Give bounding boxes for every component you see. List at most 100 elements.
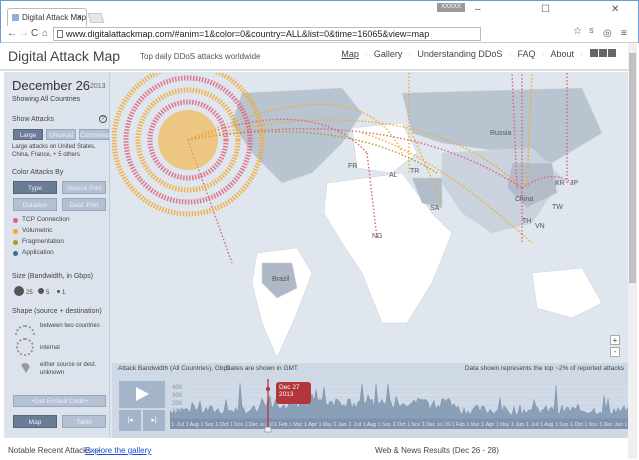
month-tick-label: 1 May	[496, 422, 509, 428]
current-year: 2013	[90, 83, 106, 90]
maximize-icon[interactable]: ☐	[541, 4, 550, 15]
close-window-icon[interactable]: ✕	[611, 4, 619, 15]
bandwidth-timeline[interactable]: 4003002001001 Jul1 Aug1 Sep1 Oct1 Nov1 D…	[170, 379, 628, 437]
title-bar: Digital Attack Map × XXXXX – ☐ ✕	[1, 1, 638, 26]
month-tick-label: 1 Oct	[215, 422, 228, 428]
month-tick-label: 1 Aug	[186, 422, 199, 428]
size-small-dot	[57, 290, 60, 293]
size-large-dot	[14, 286, 24, 296]
circle-shape-icon	[16, 338, 34, 356]
country-label-fr: FR	[348, 163, 357, 170]
showing-label: Showing All Countries	[12, 96, 81, 103]
bandwidth-area	[170, 382, 628, 420]
scrollbar-thumb[interactable]	[629, 53, 636, 283]
y-tick-label: 400	[172, 385, 183, 391]
nav-about[interactable]: About	[550, 49, 574, 59]
site-logo[interactable]: Digital Attack Map	[8, 48, 120, 64]
zoom-out-button[interactable]: -	[610, 347, 620, 357]
legend-label: Volumetric	[22, 227, 53, 234]
embed-code-button[interactable]: +Get Embed Code+	[13, 395, 106, 407]
month-tick-label: 1 Mar	[289, 422, 302, 428]
help-icon[interactable]: ?	[99, 115, 107, 123]
marker-dot	[266, 387, 270, 391]
back-icon[interactable]: ←	[7, 28, 17, 39]
nav-faq[interactable]: FAQ	[517, 49, 535, 59]
country-label-sa: SA	[430, 205, 440, 212]
month-tick-label: 1 Dec	[422, 422, 435, 428]
step-back-button[interactable]: |◂	[119, 410, 141, 431]
close-tab-icon[interactable]: ×	[77, 12, 82, 22]
home-icon[interactable]: ⌂	[42, 28, 48, 39]
month-tick-label: 1 Feb	[452, 422, 465, 428]
nav-map[interactable]: Map	[341, 49, 359, 59]
color-duration-button[interactable]: Duration	[13, 198, 57, 211]
world-map-svg[interactable]: Russia Brazil China KR JP TW TH VN SA NG AL FR TR	[112, 73, 628, 363]
country-label-vn: VN	[535, 223, 545, 230]
google-plus-icon[interactable]	[590, 49, 598, 57]
table-view-button[interactable]: Table	[62, 415, 106, 428]
color-dest-port-button[interactable]: Dest. Port	[62, 198, 106, 211]
profile-icon[interactable]: ◎	[603, 28, 612, 39]
legend-dot	[13, 251, 18, 256]
play-button[interactable]	[119, 381, 165, 408]
shape-internal-label: internal	[40, 345, 60, 351]
month-tick-label: 1 Jun	[334, 422, 347, 428]
zoom-in-button[interactable]: +	[610, 335, 620, 345]
page-icon	[57, 30, 63, 38]
star-icon[interactable]: ☆	[573, 26, 582, 37]
y-tick-label: 300	[172, 393, 183, 399]
minimize-icon[interactable]: –	[475, 4, 481, 15]
country-label-al: AL	[389, 172, 398, 179]
size-medium-label: 5	[46, 290, 50, 296]
browser-window: Digital Attack Map × XXXXX – ☐ ✕ ← → C ⌂ …	[0, 0, 639, 43]
color-by-label: Color Attacks By	[12, 169, 64, 176]
new-tab-button[interactable]	[87, 13, 105, 23]
gallery-link[interactable]: Explore the gallery	[85, 446, 151, 455]
nav-gallery[interactable]: Gallery	[374, 49, 403, 59]
size-large-label: 25	[26, 290, 33, 296]
legend-dot	[13, 229, 18, 234]
month-tick-label: 1 Nov	[585, 422, 598, 428]
legend-label: TCP Connection	[22, 216, 70, 223]
month-tick-label: 1 Oct	[393, 422, 406, 428]
facebook-icon[interactable]	[608, 49, 616, 57]
month-tick-label: 1 Jul	[348, 422, 361, 428]
web-news-heading: Web & News Results (Dec 26 - 28)	[375, 446, 499, 455]
burst-core	[158, 110, 218, 170]
twitter-icon[interactable]	[599, 49, 607, 57]
map-view-button[interactable]: Map	[13, 415, 57, 428]
show-attacks-label: Show Attacks	[12, 116, 55, 123]
color-type-button[interactable]: Type	[13, 181, 57, 194]
attack-map[interactable]: Russia Brazil China KR JP TW TH VN SA NG AL FR TR + …	[112, 73, 628, 363]
unusual-attacks-button[interactable]: Unusual	[46, 129, 76, 140]
month-tick-label: 1 Sep	[555, 422, 568, 428]
menu-icon[interactable]: ≡	[621, 28, 627, 39]
combined-attacks-button[interactable]: Combined	[79, 129, 110, 140]
footer-bar: Notable Recent Attacks — Explore the gal…	[0, 440, 628, 459]
large-attacks-button[interactable]: Large	[13, 129, 43, 140]
europe-land	[351, 122, 418, 174]
month-tick-label: 1 Sep	[201, 422, 214, 428]
landmasses	[231, 87, 603, 359]
main-nav: Map · Gallery · Understanding DDoS · FAQ · A…	[341, 49, 616, 59]
step-forward-button[interactable]: ▸|	[143, 410, 165, 431]
color-source-port-button[interactable]: Source Port	[62, 181, 106, 194]
forward-icon[interactable]: →	[19, 28, 29, 39]
month-tick-label: 1 Oct	[570, 422, 583, 428]
month-tick-label: 1 Aug	[363, 422, 376, 428]
current-date: December 26	[12, 78, 91, 93]
play-icon	[136, 387, 149, 401]
nav-understanding-ddos[interactable]: Understanding DDoS	[417, 49, 502, 59]
user-badge[interactable]: XXXXX	[437, 3, 465, 12]
month-tick-label: 1 Feb	[274, 422, 287, 428]
reload-icon[interactable]: C	[31, 28, 38, 39]
url-input[interactable]: www.digitalattackmap.com/#anim=1&color=0…	[53, 27, 481, 41]
page-scrollbar[interactable]	[628, 43, 637, 459]
y-tick-label: 200	[172, 401, 183, 407]
legend-label: Application	[22, 249, 54, 256]
size-medium-dot	[38, 288, 44, 294]
legend-dot	[13, 240, 18, 245]
browser-tab[interactable]: Digital Attack Map ×	[7, 8, 87, 26]
address-bar-row: ← → C ⌂ www.digitalattackmap.com/#anim=1…	[1, 25, 638, 43]
extension-icon[interactable]: S	[589, 28, 594, 35]
